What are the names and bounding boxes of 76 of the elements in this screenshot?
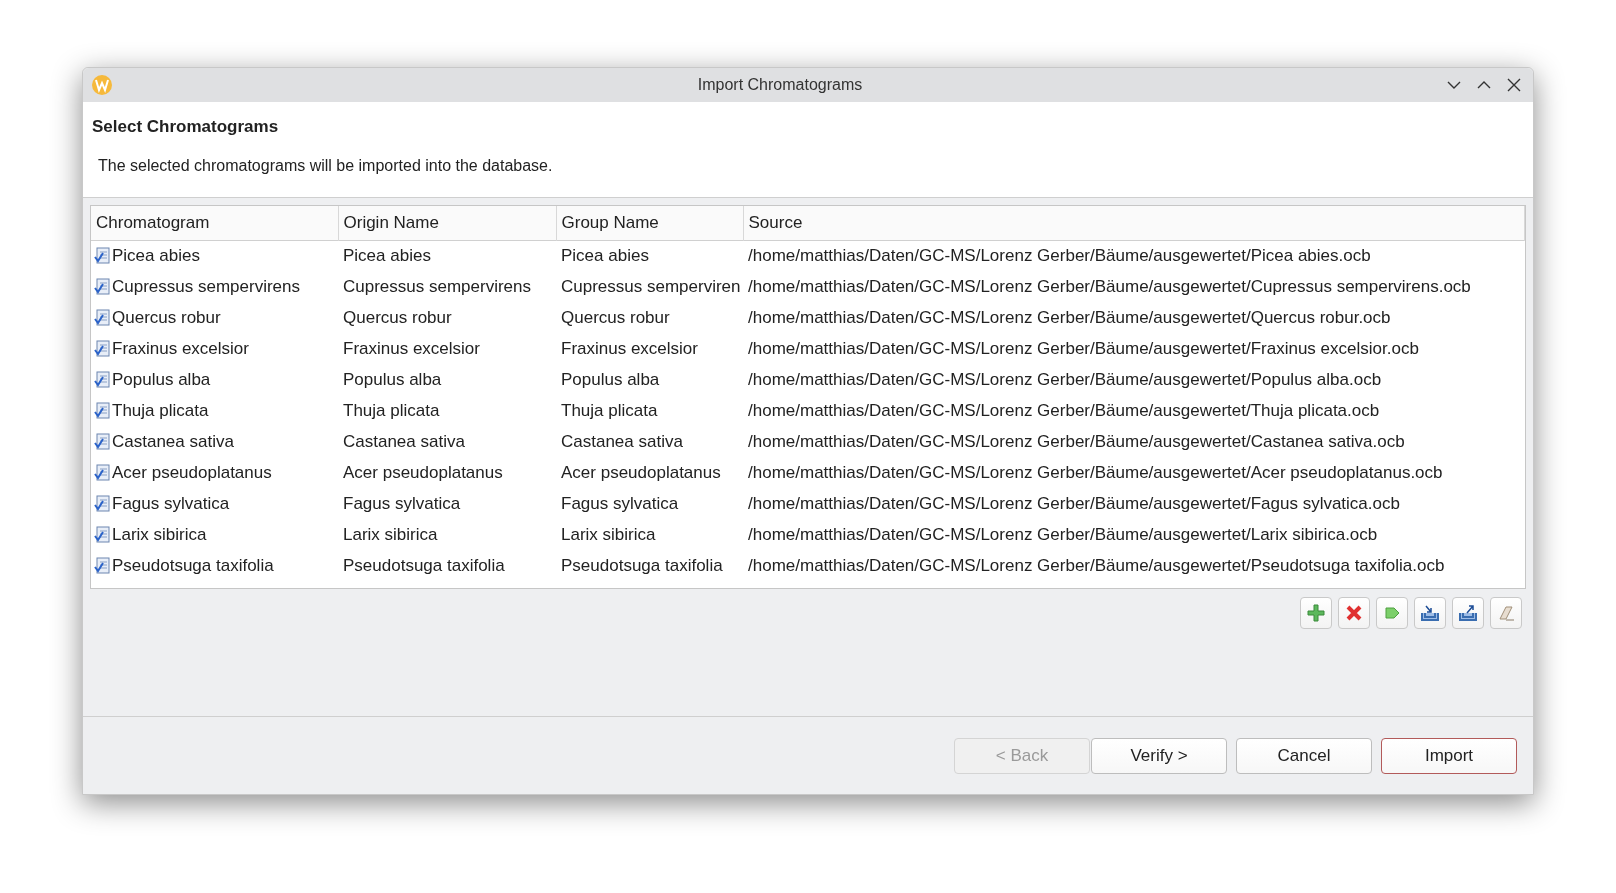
table-cell: Thuja plicata [343,400,440,420]
table-cell: /home/matthias/Daten/GC-MS/Lorenz Gerber/Bäume/ausgewertet/Fagus sylvatica.ocb [748,493,1400,513]
table-cell: Acer pseudoplatanus [561,462,721,482]
delete-icon [1344,603,1364,623]
chromatogram-file-icon [94,526,110,543]
page-description: The selected chromatograms will be imported into the database. [98,155,554,176]
chromatogram-file-icon [94,340,110,357]
chromatogram-name: Acer pseudoplatanus [112,461,272,484]
page-title: Select Chromatograms [92,116,280,138]
table-cell: Larix sibirica [561,524,656,544]
dialog-button[interactable]: Verify > [1091,737,1227,774]
chromatogram-name: Pseudotsuga taxifolia [112,554,274,577]
column-header[interactable]: Group Name [556,206,743,240]
import-tray-icon [1420,603,1440,623]
chromatogram-file-icon [94,495,110,512]
chromatogram-name: Fraxinus excelsior [112,337,249,360]
table-cell: /home/matthias/Daten/GC-MS/Lorenz Gerber/Bäume/ausgewertet/Quercus robur.ocb [748,307,1391,327]
add-button[interactable] [1300,597,1332,629]
table-cell: Populus alba [561,369,660,389]
table-cell: Castanea sativa [561,431,683,451]
column-header[interactable]: Chromatogram [91,206,338,240]
chromatogram-name: Picea abies [112,245,200,267]
table-cell: Acer pseudoplatanus [343,462,503,482]
chromatogram-name: Larix sibirica [112,523,207,546]
chromatogram-name: Fagus sylvatica [112,492,230,515]
dialog-button[interactable]: Cancel [1236,737,1372,774]
table-cell: /home/matthias/Daten/GC-MS/Lorenz Gerber/Bäume/ausgewertet/Fraxinus excelsior.ocb [748,338,1419,358]
table-cell: Fraxinus excelsior [343,338,480,358]
eraser-icon [1496,603,1516,623]
table-cell: /home/matthias/Daten/GC-MS/Lorenz Gerber/Bäume/ausgewertet/Picea abies.ocb [748,246,1371,265]
chromatogram-file-icon [94,247,110,265]
table-cell: Fraxinus excelsior [561,338,698,358]
chromatogram-file-icon [94,402,110,419]
export-tray-button[interactable] [1452,597,1484,629]
import-tray-button[interactable] [1414,597,1446,629]
app-logo-icon [91,74,113,96]
table-cell: Quercus robur [343,307,452,327]
table-cell: /home/matthias/Daten/GC-MS/Lorenz Gerber/Bäume/ausgewertet/Acer pseudoplatanus.ocb [748,462,1443,482]
table-cell: Thuja plicata [561,400,658,420]
table-cell: Cupressus sempervirens [343,276,531,296]
table-cell: Fagus sylvatica [343,493,461,513]
table-cell: Castanea sativa [343,431,465,451]
table-cell: /home/matthias/Daten/GC-MS/Lorenz Gerber/Bäume/ausgewertet/Castanea sativa.ocb [748,431,1405,451]
table-cell: Pseudotsuga taxifolia [561,555,723,575]
chromatogram-name: Thuja plicata [112,399,209,422]
chromatogram-file-icon [94,371,110,388]
chromatogram-file-icon [94,278,110,295]
dialog-button[interactable]: Import [1381,737,1517,774]
chromatogram-file-icon [94,557,110,574]
table-cell: Larix sibirica [343,524,438,544]
table-cell: /home/matthias/Daten/GC-MS/Lorenz Gerber/Bäume/ausgewertet/Thuja plicata.ocb [748,400,1380,420]
add-icon [1306,603,1326,623]
chromatogram-file-icon [94,464,110,481]
table-cell: /home/matthias/Daten/GC-MS/Lorenz Gerber/Bäume/ausgewertet/Populus alba.ocb [748,369,1382,389]
delete-button[interactable] [1338,597,1370,629]
column-header[interactable]: Origin Name [338,206,556,240]
table-cell: /home/matthias/Daten/GC-MS/Lorenz Gerber/Bäume/ausgewertet/Larix sibirica.ocb [748,524,1378,544]
table-cell: Picea abies [561,246,649,265]
table-cell: Picea abies [343,246,431,265]
table-cell: Fagus sylvatica [561,493,679,513]
table-cell: Cupressus semperviren [561,276,741,296]
table-cell: Pseudotsuga taxifolia [343,555,505,575]
export-tray-icon [1458,603,1478,623]
chromatogram-name: Cupressus sempervirens [112,275,300,298]
column-header[interactable]: Source [743,206,1525,240]
chromatogram-name: Castanea sativa [112,430,234,453]
close-icon[interactable] [1507,78,1521,92]
chromatogram-file-icon [94,433,110,450]
table-cell: Populus alba [343,369,442,389]
table-cell: Quercus robur [561,307,670,327]
chromatogram-file-icon [94,309,110,326]
table-cell: /home/matthias/Daten/GC-MS/Lorenz Gerber/Bäume/ausgewertet/Pseudotsuga taxifolia.ocb [748,555,1445,575]
table-cell: /home/matthias/Daten/GC-MS/Lorenz Gerber/Bäume/ausgewertet/Cupressus sempervirens.ocb [748,276,1471,296]
chromatogram-name: Quercus robur [112,306,221,329]
window-title: Import Chromatograms [697,75,863,95]
chromatogram-name: Populus alba [112,368,211,391]
